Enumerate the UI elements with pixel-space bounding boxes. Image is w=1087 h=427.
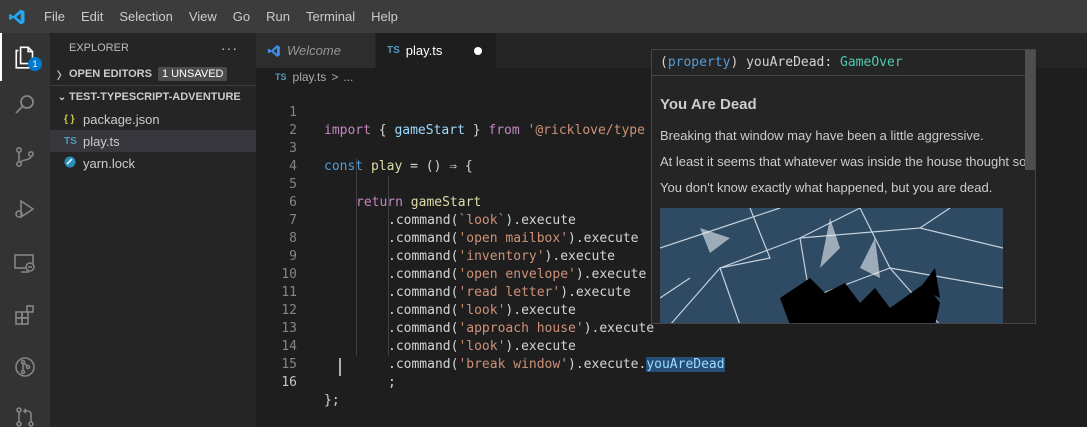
chevron-right-icon: 〉 [57, 70, 67, 82]
hover-signature: (property) youAreDead: GameOver [652, 50, 1035, 76]
extensions-icon[interactable] [0, 291, 50, 339]
menu-go[interactable]: Go [225, 0, 258, 33]
pull-requests-icon[interactable] [0, 393, 50, 427]
hover-scrollbar[interactable] [1025, 50, 1035, 170]
source-control-icon[interactable] [0, 133, 50, 181]
broken-glass-image [660, 208, 1003, 323]
hover-paragraph: You don't know exactly what happened, bu… [660, 180, 993, 195]
code-line: 15 ; [256, 338, 1087, 390]
typescript-icon: TS [64, 135, 77, 147]
breadcrumb-file[interactable]: play.ts [293, 70, 327, 84]
hover-tooltip: (property) youAreDead: GameOver You Are … [651, 49, 1036, 324]
unsaved-dot-icon[interactable] [474, 46, 482, 55]
git-graph-icon[interactable] [0, 343, 50, 391]
file-label: play.ts [83, 133, 120, 149]
line-number: 16 [281, 375, 297, 390]
open-editors-label: OPEN EDITORS [69, 68, 152, 80]
explorer-badge: 1 [28, 57, 42, 71]
hover-doc: You Are Dead Breaking that window may ha… [652, 96, 1035, 196]
file-item-yarn-lock[interactable]: yarn.lock [50, 152, 256, 174]
menu-run[interactable]: Run [258, 0, 298, 33]
open-editors-section[interactable]: 〉 OPEN EDITORS 1 UNSAVED [50, 63, 256, 85]
tab-play-ts[interactable]: TS play.ts [376, 33, 496, 68]
file-label: yarn.lock [83, 155, 136, 171]
typescript-icon: TS [275, 72, 287, 82]
menu-help[interactable]: Help [363, 0, 406, 33]
menu-view[interactable]: View [181, 0, 225, 33]
menu-file[interactable]: File [36, 0, 73, 33]
menu-bar: File Edit Selection View Go Run Terminal… [34, 0, 406, 33]
hover-title: You Are Dead [660, 96, 757, 113]
title-bar: File Edit Selection View Go Run Terminal… [0, 0, 1087, 33]
menu-selection[interactable]: Selection [111, 0, 180, 33]
hover-paragraph: At least it seems that whatever was insi… [660, 154, 1030, 169]
explorer-icon[interactable]: 1 [0, 33, 50, 81]
file-item-package-json[interactable]: { } package.json [50, 108, 256, 130]
yarn-icon [64, 156, 83, 171]
project-name: TEST-TYPESCRIPT-ADVENTURE [69, 91, 241, 103]
file-label: package.json [83, 111, 160, 127]
explorer-title: EXPLORER [69, 42, 129, 54]
vscode-tab-icon [267, 44, 280, 57]
menu-edit[interactable]: Edit [73, 0, 111, 33]
text-cursor [339, 358, 341, 376]
activity-bar: 1 [0, 33, 50, 427]
explorer-sidebar: EXPLORER ··· 〉 OPEN EDITORS 1 UNSAVED ⌄ … [50, 33, 256, 427]
code-line: 16 }; [256, 356, 1087, 408]
tab-label: Welcome [287, 43, 341, 58]
json-icon: { } [64, 113, 75, 125]
chevron-down-icon: ⌄ [57, 91, 67, 103]
explorer-header: EXPLORER ··· [50, 33, 256, 63]
hover-paragraph: Breaking that window may have been a lit… [660, 128, 984, 143]
file-item-play-ts[interactable]: TS play.ts [50, 130, 256, 152]
remote-explorer-icon[interactable] [0, 239, 50, 287]
breadcrumb-rest[interactable]: ... [343, 70, 353, 84]
breadcrumb: TS play.ts > ... [256, 68, 353, 86]
run-debug-icon[interactable] [0, 185, 50, 233]
project-section[interactable]: ⌄ TEST-TYPESCRIPT-ADVENTURE [50, 86, 256, 108]
vscode-logo-icon [0, 0, 34, 33]
tab-label: play.ts [405, 43, 443, 58]
search-icon[interactable] [0, 81, 50, 129]
tab-welcome[interactable]: Welcome [256, 33, 376, 68]
more-actions-icon[interactable]: ··· [221, 40, 238, 56]
menu-terminal[interactable]: Terminal [298, 0, 363, 33]
typescript-icon: TS [387, 45, 400, 56]
breadcrumb-separator: > [331, 70, 339, 84]
unsaved-badge: 1 UNSAVED [157, 67, 228, 81]
